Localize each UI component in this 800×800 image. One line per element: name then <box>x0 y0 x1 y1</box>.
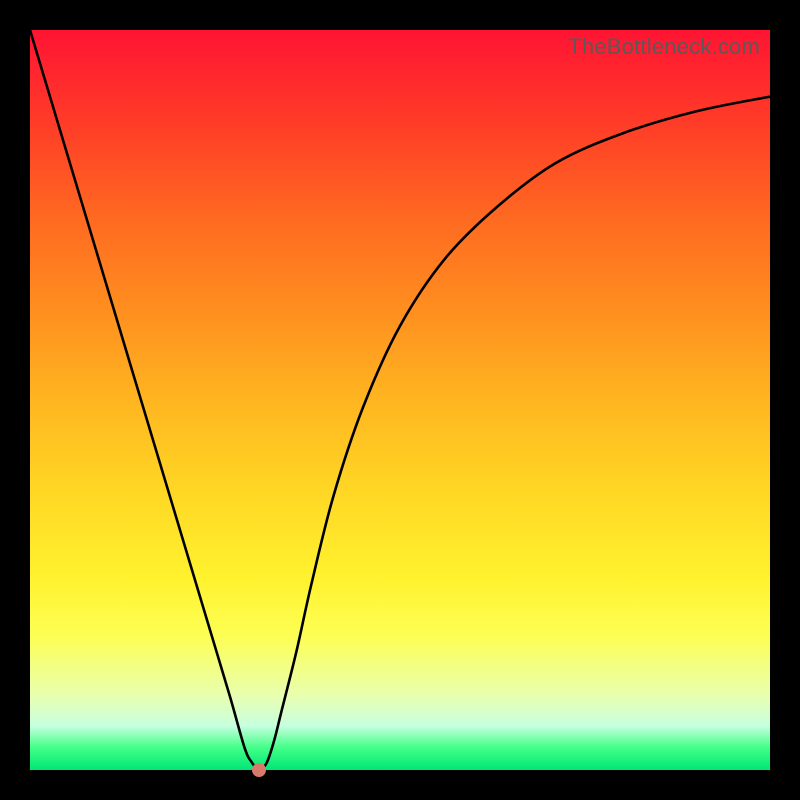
min-marker <box>252 763 266 777</box>
chart-frame: TheBottleneck.com <box>0 0 800 800</box>
curve-svg <box>30 30 770 770</box>
bottleneck-curve <box>30 30 770 770</box>
plot-area: TheBottleneck.com <box>30 30 770 770</box>
